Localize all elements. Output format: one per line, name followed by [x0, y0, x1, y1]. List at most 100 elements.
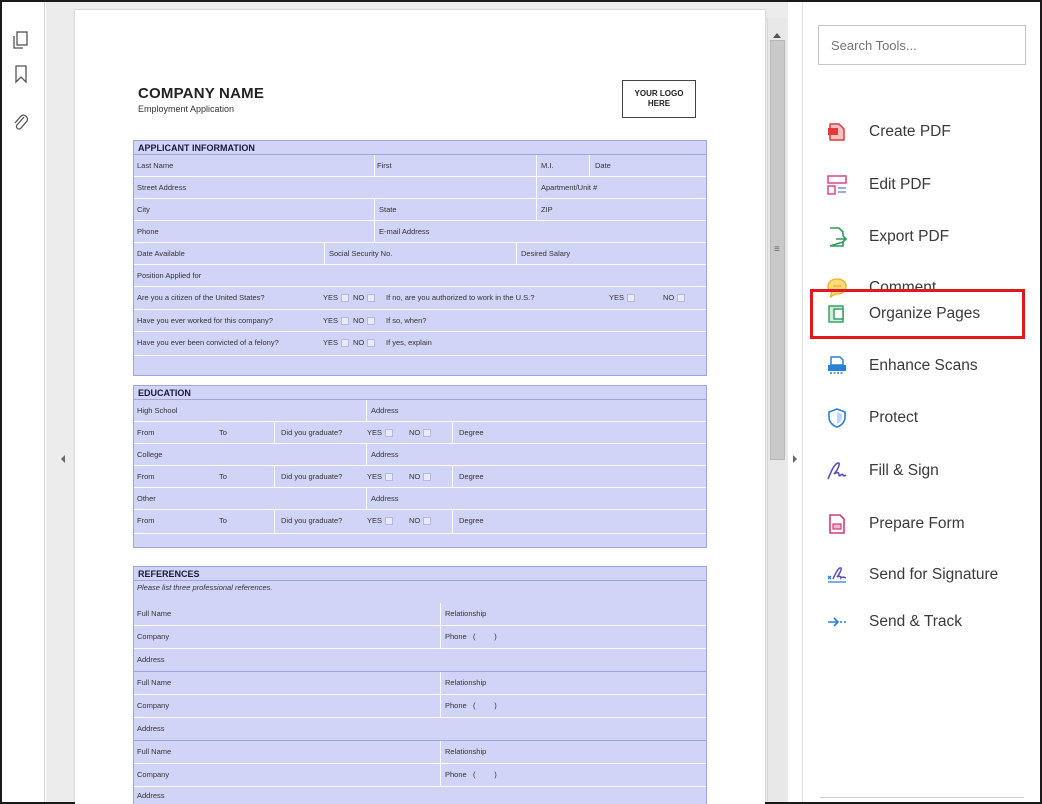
tool-create-pdf[interactable]: Create PDF: [826, 117, 1026, 147]
field-label[interactable]: State: [376, 199, 397, 220]
tool-protect[interactable]: Protect: [826, 403, 1026, 433]
field-label[interactable]: Company: [134, 695, 169, 716]
field-label[interactable]: College: [134, 444, 162, 465]
field-label[interactable]: Relationship: [442, 672, 486, 693]
no-checkbox-label[interactable]: NO: [350, 287, 376, 308]
expand-right-panel-icon[interactable]: [790, 452, 800, 466]
scroll-up-icon[interactable]: [773, 25, 781, 38]
no-checkbox-label[interactable]: NO: [350, 310, 376, 331]
field-label[interactable]: Phone ( ): [442, 626, 497, 647]
collapse-left-panel-icon[interactable]: [58, 452, 68, 466]
yes-checkbox-label[interactable]: YES: [606, 287, 636, 308]
field-label[interactable]: First: [374, 155, 392, 176]
tool-fill-sign[interactable]: Fill & Sign: [826, 456, 1026, 486]
field-label[interactable]: M.I.: [538, 155, 554, 176]
search-tools-input[interactable]: [818, 25, 1026, 65]
yes-checkbox[interactable]: [385, 517, 394, 526]
no-checkbox[interactable]: [367, 294, 376, 303]
yes-checkbox[interactable]: [385, 429, 394, 438]
form-row: Company Phone ( ): [134, 695, 706, 718]
field-label[interactable]: From: [134, 422, 155, 443]
field-label[interactable]: Address: [134, 718, 165, 739]
field-label[interactable]: Desired Salary: [518, 243, 570, 264]
field-label[interactable]: Degree: [456, 422, 484, 443]
tool-enhance-scans[interactable]: Enhance Scans: [826, 351, 1026, 381]
field-label[interactable]: E-mail Address: [376, 221, 429, 242]
field-label[interactable]: Full Name: [134, 603, 171, 624]
field-label[interactable]: Full Name: [134, 672, 171, 693]
no-checkbox-label[interactable]: NO: [406, 466, 432, 487]
form-row: From To Did you graduate? YES NO Degree: [134, 510, 706, 534]
field-label[interactable]: To: [216, 510, 227, 531]
no-checkbox[interactable]: [367, 317, 376, 326]
prepare-form-icon: [826, 513, 848, 535]
field-label[interactable]: Degree: [456, 510, 484, 531]
yes-checkbox[interactable]: [341, 317, 350, 326]
field-label[interactable]: Phone: [134, 221, 159, 242]
field-label[interactable]: Address: [134, 649, 165, 670]
field-label[interactable]: Relationship: [442, 741, 486, 762]
field-label[interactable]: Street Address: [134, 177, 186, 198]
field-label[interactable]: Relationship: [442, 603, 486, 624]
yes-checkbox-label[interactable]: YES: [320, 310, 350, 331]
yes-checkbox-label[interactable]: YES: [364, 422, 394, 443]
tool-send-track[interactable]: Send & Track: [826, 607, 1026, 637]
section-title: REFERENCES: [134, 567, 706, 581]
no-checkbox[interactable]: [677, 294, 686, 303]
yes-checkbox-label[interactable]: YES: [320, 332, 350, 353]
field-label[interactable]: Social Security No.: [326, 243, 392, 264]
field-label[interactable]: Address: [368, 488, 399, 509]
field-label[interactable]: Last Name: [134, 155, 173, 176]
yes-checkbox-label[interactable]: YES: [364, 466, 394, 487]
tool-label: Protect: [869, 409, 919, 426]
no-checkbox-label[interactable]: NO: [660, 287, 686, 308]
yes-checkbox-label[interactable]: YES: [320, 287, 350, 308]
field-label[interactable]: Full Name: [134, 741, 171, 762]
no-checkbox-label[interactable]: NO: [406, 422, 432, 443]
field-label[interactable]: Position Applied for: [134, 265, 201, 286]
tool-prepare-form[interactable]: Prepare Form: [826, 509, 1026, 539]
yes-checkbox-label[interactable]: YES: [364, 510, 394, 531]
field-label[interactable]: Other: [134, 488, 156, 509]
attachment-icon[interactable]: [11, 112, 31, 132]
no-checkbox[interactable]: [423, 473, 432, 482]
field-label[interactable]: From: [134, 466, 155, 487]
field-label[interactable]: High School: [134, 400, 177, 421]
yes-checkbox[interactable]: [341, 339, 350, 348]
yes-checkbox[interactable]: [627, 294, 636, 303]
page-thumbnails-icon[interactable]: [11, 30, 31, 50]
field-label[interactable]: Apartment/Unit #: [538, 177, 597, 198]
yes-label: YES: [609, 293, 625, 302]
field-label[interactable]: Phone ( ): [442, 764, 497, 785]
field-label[interactable]: Company: [134, 626, 169, 647]
field-label[interactable]: Address: [134, 787, 165, 804]
tool-edit-pdf[interactable]: Edit PDF: [826, 170, 1026, 200]
field-label[interactable]: If so, when?: [383, 310, 426, 331]
field-label[interactable]: City: [134, 199, 150, 220]
field-label[interactable]: Company: [134, 764, 169, 785]
field-label[interactable]: To: [216, 466, 227, 487]
tool-export-pdf[interactable]: Export PDF: [826, 222, 1026, 252]
field-label[interactable]: Phone ( ): [442, 695, 497, 716]
form-row: From To Did you graduate? YES NO Degree: [134, 422, 706, 444]
education-section: EDUCATION High School Address From To Di…: [133, 385, 707, 548]
field-label[interactable]: ZIP: [538, 199, 553, 220]
field-label[interactable]: If yes, explain: [383, 332, 432, 353]
field-label: Did you graduate?: [281, 472, 343, 481]
field-label[interactable]: Date Available: [134, 243, 185, 264]
field-label[interactable]: Degree: [456, 466, 484, 487]
field-label[interactable]: To: [216, 422, 227, 443]
no-checkbox-label[interactable]: NO: [350, 332, 376, 353]
tool-send-for-signature[interactable]: Send for Signature: [826, 560, 1026, 590]
field-label[interactable]: Address: [368, 444, 399, 465]
yes-checkbox[interactable]: [341, 294, 350, 303]
bookmark-icon[interactable]: [11, 64, 31, 84]
no-checkbox[interactable]: [423, 429, 432, 438]
field-label[interactable]: Address: [368, 400, 399, 421]
no-checkbox[interactable]: [423, 517, 432, 526]
yes-checkbox[interactable]: [385, 473, 394, 482]
field-label[interactable]: Date: [592, 155, 611, 176]
no-checkbox[interactable]: [367, 339, 376, 348]
field-label[interactable]: From: [134, 510, 155, 531]
no-checkbox-label[interactable]: NO: [406, 510, 432, 531]
